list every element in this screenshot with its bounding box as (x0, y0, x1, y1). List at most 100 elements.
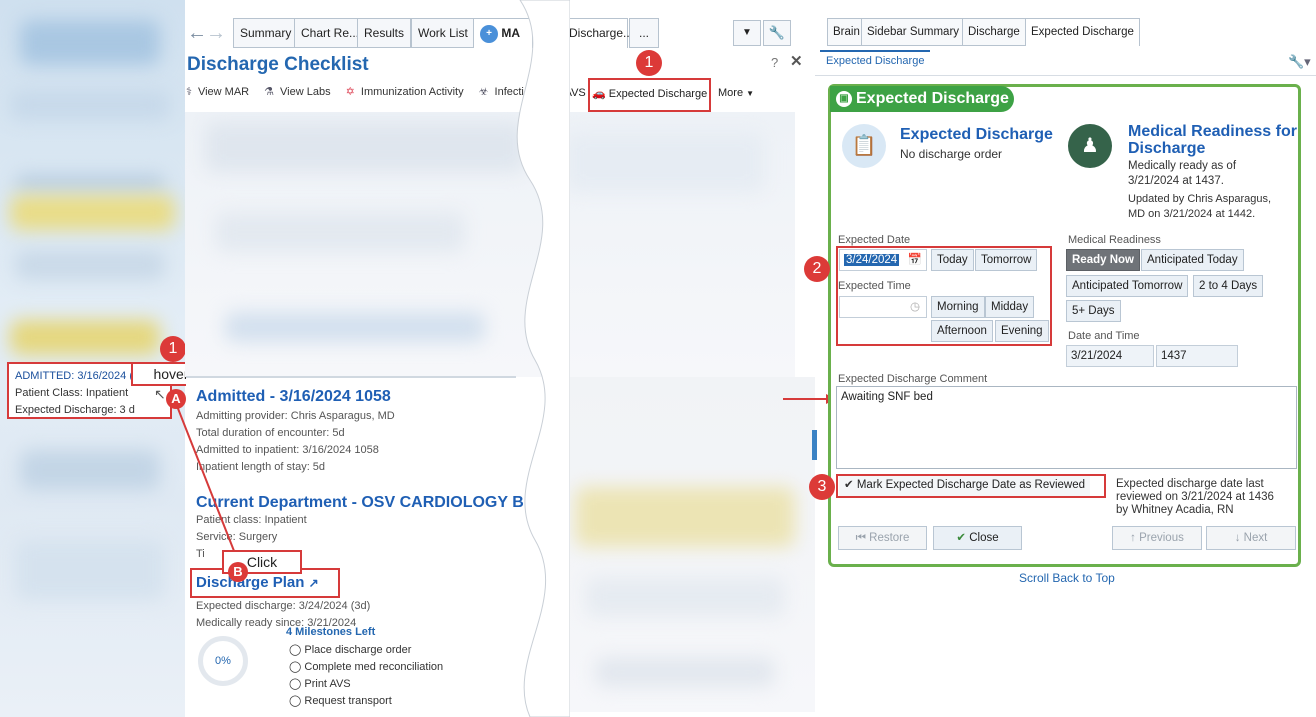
tab-more[interactable]: ... (629, 18, 659, 48)
encounter-duration: Total duration of encounter: 5d (196, 427, 345, 439)
scroll-back-to-top-link[interactable]: Scroll Back to Top (1019, 571, 1115, 585)
tab-summary[interactable]: Summary (233, 18, 299, 48)
discharge-checklist-title: Discharge Checklist (187, 54, 369, 75)
back-arrow-icon[interactable]: ← (187, 22, 207, 45)
discharge-plan-label: Discharge Plan (196, 574, 305, 591)
ready-now-button[interactable]: Ready Now (1066, 249, 1140, 271)
admitting-provider: Admitting provider: Chris Asparagus, MD (196, 410, 395, 422)
settings-wrench-icon[interactable]: 🔧▾ (1288, 54, 1311, 70)
person-icon: ♟ (1068, 124, 1112, 168)
milestone-item[interactable]: ◯ Print AVS (289, 676, 443, 693)
view-labs-link[interactable]: ⚗ View Labs (264, 86, 336, 98)
immunization-link[interactable]: ✡ Immunization Activity (346, 86, 470, 98)
restore-icon: ⏮ (855, 532, 866, 544)
expected-time-input[interactable]: ◷ (839, 296, 927, 318)
review-note-line: Expected discharge date last (1116, 478, 1264, 490)
more-label: More (718, 87, 744, 99)
anticipated-tomorrow-button[interactable]: Anticipated Tomorrow (1066, 275, 1189, 297)
encounter-summary-card: Admitted - 3/16/2024 1058 Admitting prov… (186, 376, 524, 716)
previous-button[interactable]: ↑ Previous (1112, 526, 1202, 550)
readiness-time-input[interactable]: 1437 (1156, 345, 1238, 367)
down-arrow-icon: ↓ (1234, 532, 1241, 544)
panel-resize-handle[interactable] (812, 430, 817, 460)
discharge-plan-link[interactable]: Discharge Plan ↗ (196, 574, 319, 591)
two-to-four-days-button[interactable]: 2 to 4 Days (1193, 275, 1264, 297)
step-a-marker: A (166, 389, 186, 409)
five-plus-days-button[interactable]: 5+ Days (1066, 300, 1121, 322)
milestones-left[interactable]: 4 Milestones Left (286, 626, 375, 638)
car-icon: 🚗 (592, 88, 606, 100)
milestone-label: Request transport (304, 695, 392, 707)
more-menu[interactable]: More ▼ (718, 87, 754, 99)
radio-icon: ◯ (289, 644, 302, 656)
up-arrow-icon: ↑ (1130, 532, 1136, 544)
afternoon-button[interactable]: Afternoon (931, 320, 993, 342)
discharge-comment-textarea[interactable]: Awaiting SNF bed (836, 386, 1297, 469)
tab-dropdown-icon[interactable]: ▼ (733, 20, 761, 46)
tab-discharge[interactable]: Discharge... (562, 18, 633, 48)
tomorrow-button[interactable]: Tomorrow (975, 249, 1038, 271)
readiness-line: 3/21/2024 at 1437. (1128, 175, 1224, 187)
expected-date-value: 3/24/2024 (844, 254, 900, 266)
view-mar-link[interactable]: ⚕ View MAR (186, 86, 255, 98)
restore-button[interactable]: ⏮ Restore (838, 526, 927, 550)
tab-work-list[interactable]: Work List (411, 18, 475, 48)
expected-discharge-toolbar-label: Expected Discharge (608, 88, 708, 100)
calendar-badge-icon: ▣ (836, 91, 852, 107)
check-icon: ✔ (956, 532, 967, 544)
tab-sidebar-summary[interactable]: Sidebar Summary (861, 18, 966, 46)
anticipated-today-button[interactable]: Anticipated Today (1141, 249, 1244, 271)
comment-label: Expected Discharge Comment (838, 373, 988, 385)
admitted-inpatient: Admitted to inpatient: 3/16/2024 1058 (196, 444, 379, 456)
review-note-line: reviewed on 3/21/2024 at 1436 (1116, 491, 1274, 503)
clock-icon[interactable]: ◷ (910, 297, 920, 317)
tab-expected-discharge[interactable]: Expected Discharge (1025, 18, 1140, 46)
next-label: Next (1243, 532, 1268, 544)
tab-chart-review[interactable]: Chart Re... (294, 18, 367, 48)
step-3-marker: 3 (809, 474, 835, 500)
external-link-icon: ↗ (308, 576, 319, 590)
admitted-details: Admitting provider: Chris Asparagus, MD … (196, 408, 395, 476)
expected-date-input[interactable]: 3/24/2024 📅 (839, 249, 927, 271)
admitted-heading[interactable]: Admitted - 3/16/2024 1058 (196, 388, 391, 406)
inpatient-stay: Inpatient length of stay: 5d (196, 461, 326, 473)
milestone-label: Place discharge order (304, 644, 412, 656)
expected-discharge-toolbar-button[interactable]: 🚗 Expected Discharge (592, 87, 707, 100)
milestone-item[interactable]: ◯ Complete med reconciliation (289, 659, 443, 676)
readiness-line: MD on 3/21/2024 at 1442. (1128, 208, 1256, 220)
midday-button[interactable]: Midday (985, 296, 1035, 318)
mark-reviewed-button[interactable]: ✔ Mark Expected Discharge Date as Review… (839, 476, 1091, 496)
close-button[interactable]: ✔ Close (933, 526, 1022, 550)
readiness-date-input[interactable]: 3/21/2024 (1066, 345, 1154, 367)
current-department-heading[interactable]: Current Department - OSV CARDIOLOGY B (196, 494, 524, 512)
checkmark-icon: ✔ (844, 479, 854, 491)
milestone-item[interactable]: ◯ Place discharge order (289, 642, 443, 659)
tab-results[interactable]: Results (357, 18, 412, 48)
patient-class: Patient class: Inpatient (196, 514, 307, 526)
calendar-icon[interactable]: 📅 (908, 250, 922, 270)
close-icon[interactable]: ✕ (790, 52, 803, 70)
milestone-label: Print AVS (304, 678, 351, 690)
medical-readiness-title: Medical Readiness for Discharge (1128, 123, 1297, 157)
blurred-background-lower (555, 377, 815, 712)
milestone-item[interactable]: ◯ Request transport (289, 693, 443, 710)
restore-label: Restore (869, 532, 910, 544)
evening-button[interactable]: Evening (995, 320, 1049, 342)
medical-readiness-details: Medically ready as of 3/21/2024 at 1437.… (1128, 159, 1271, 222)
service: Service: Surgery (196, 531, 278, 543)
discharge-toolbar: ⚕ View MAR ⚗ View Labs ✡ Immunization Activ… (186, 85, 542, 98)
next-button[interactable]: ↓ Next (1206, 526, 1296, 550)
cursor-icon: ↖ (154, 386, 166, 402)
clipboard-icon: 📋 (842, 124, 886, 168)
expected-date-label: Expected Date (838, 234, 911, 246)
morning-button[interactable]: Morning (931, 296, 985, 318)
forward-arrow-icon[interactable]: → (206, 22, 226, 45)
subtab-expected-discharge[interactable]: Expected Discharge (820, 50, 931, 70)
help-icon[interactable]: ? (771, 55, 778, 70)
wrench-icon[interactable]: 🔧 (763, 20, 791, 46)
immunization-label: Immunization Activity (360, 86, 464, 98)
radio-icon: ◯ (289, 678, 302, 690)
biohazard-icon: ☣ (478, 86, 489, 98)
tab-discharge-right[interactable]: Discharge (962, 18, 1026, 46)
today-button[interactable]: Today (931, 249, 974, 271)
